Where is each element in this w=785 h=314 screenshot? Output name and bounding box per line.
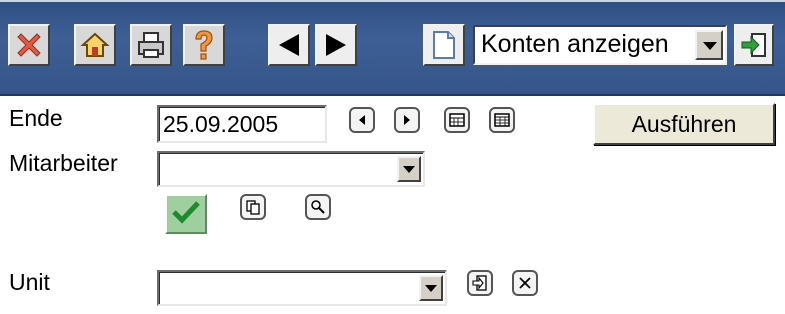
calendar-icon	[449, 113, 465, 127]
calendar-button[interactable]	[444, 107, 470, 133]
employee-label: Mitarbeiter	[9, 150, 118, 176]
unit-clear-button[interactable]	[512, 270, 538, 296]
copy-icon	[245, 199, 261, 215]
search-icon	[310, 199, 326, 215]
go-button[interactable]	[734, 24, 774, 66]
help-icon	[189, 28, 219, 62]
view-select-value: Konten anzeigen	[481, 30, 669, 58]
close-button[interactable]	[8, 24, 50, 66]
caret-left-icon	[356, 114, 368, 126]
chevron-down-icon[interactable]	[397, 156, 421, 182]
calendar-range-button[interactable]	[489, 107, 515, 133]
help-button[interactable]	[183, 24, 225, 66]
copy-button[interactable]	[240, 194, 266, 220]
home-button[interactable]	[74, 24, 116, 66]
view-select[interactable]: Konten anzeigen	[473, 25, 727, 65]
toolbar: Konten anzeigen	[0, 0, 785, 96]
print-icon	[136, 30, 166, 60]
employee-select[interactable]	[157, 151, 425, 187]
close-icon	[518, 276, 532, 290]
unit-apply-button[interactable]	[467, 270, 493, 296]
chevron-down-icon[interactable]	[695, 30, 723, 60]
caret-right-icon	[401, 114, 413, 126]
arrow-right-icon	[322, 31, 350, 59]
checkmark-icon	[171, 199, 201, 230]
new-document-button[interactable]	[423, 24, 465, 66]
next-day-button[interactable]	[394, 107, 420, 133]
end-label: Ende	[9, 105, 63, 131]
close-icon	[13, 29, 45, 61]
previous-button[interactable]	[268, 24, 310, 66]
confirm-button[interactable]	[165, 194, 207, 234]
previous-day-button[interactable]	[349, 107, 375, 133]
next-button[interactable]	[315, 24, 357, 66]
unit-label: Unit	[9, 269, 50, 295]
end-date-input[interactable]: 25.09.2005	[157, 105, 327, 143]
arrow-left-icon	[275, 31, 303, 59]
go-icon	[740, 31, 768, 59]
home-icon	[80, 30, 110, 60]
chevron-down-icon[interactable]	[419, 275, 443, 301]
search-button[interactable]	[305, 194, 331, 220]
unit-select[interactable]	[157, 270, 447, 306]
run-button[interactable]: Ausführen	[593, 103, 775, 145]
document-icon	[432, 30, 456, 60]
calendar-icon	[494, 113, 510, 127]
apply-icon	[472, 275, 488, 291]
print-button[interactable]	[130, 24, 172, 66]
